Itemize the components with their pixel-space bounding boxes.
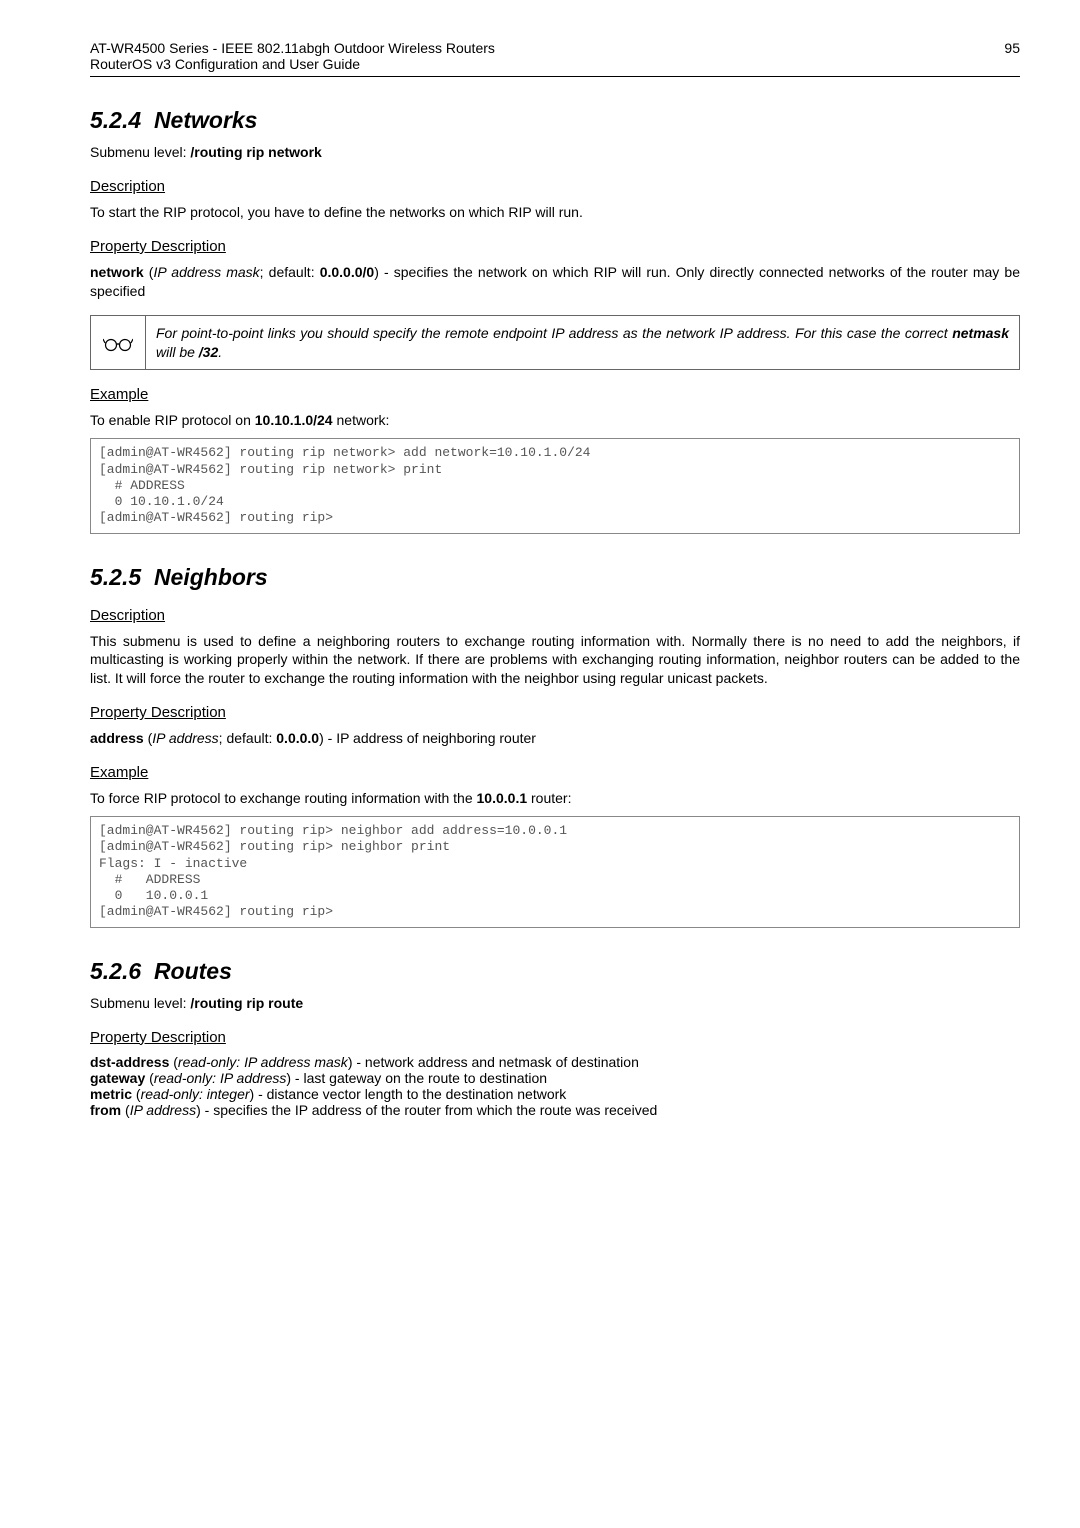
- glasses-icon: [91, 316, 146, 370]
- code-block-524: [admin@AT-WR4562] routing rip network> a…: [90, 438, 1020, 533]
- note-text-524: For point-to-point links you should spec…: [146, 316, 1019, 370]
- propdesc-text-526: dst-address (read-only: IP address mask)…: [90, 1054, 1020, 1118]
- heading-524: 5.2.4 Networks: [90, 107, 1020, 134]
- propdesc-text-525: address (IP address; default: 0.0.0.0) -…: [90, 729, 1020, 748]
- heading-526: 5.2.6 Routes: [90, 958, 1020, 985]
- header-title-1: AT-WR4500 Series - IEEE 802.11abgh Outdo…: [90, 40, 495, 56]
- propdesc-title-524: Property Description: [90, 238, 1020, 255]
- propdesc-title-525: Property Description: [90, 704, 1020, 721]
- header-title-2: RouterOS v3 Configuration and User Guide: [90, 56, 360, 72]
- submenu-524: Submenu level: /routing rip network: [90, 144, 1020, 160]
- example-intro-524: To enable RIP protocol on 10.10.1.0/24 n…: [90, 411, 1020, 430]
- page-number: 95: [1004, 40, 1020, 56]
- note-box-524: For point-to-point links you should spec…: [90, 315, 1020, 371]
- propdesc-title-526: Property Description: [90, 1029, 1020, 1046]
- example-title-525: Example: [90, 764, 1020, 781]
- header-rule: [90, 76, 1020, 77]
- heading-525: 5.2.5 Neighbors: [90, 564, 1020, 591]
- desc-text-525: This submenu is used to define a neighbo…: [90, 632, 1020, 689]
- page-header: AT-WR4500 Series - IEEE 802.11abgh Outdo…: [90, 40, 1020, 72]
- desc-title-525: Description: [90, 607, 1020, 624]
- desc-text-524: To start the RIP protocol, you have to d…: [90, 203, 1020, 222]
- code-block-525: [admin@AT-WR4562] routing rip> neighbor …: [90, 816, 1020, 928]
- example-title-524: Example: [90, 386, 1020, 403]
- desc-title-524: Description: [90, 178, 1020, 195]
- propdesc-text-524: network (IP address mask; default: 0.0.0…: [90, 263, 1020, 301]
- submenu-526: Submenu level: /routing rip route: [90, 995, 1020, 1011]
- example-intro-525: To force RIP protocol to exchange routin…: [90, 789, 1020, 808]
